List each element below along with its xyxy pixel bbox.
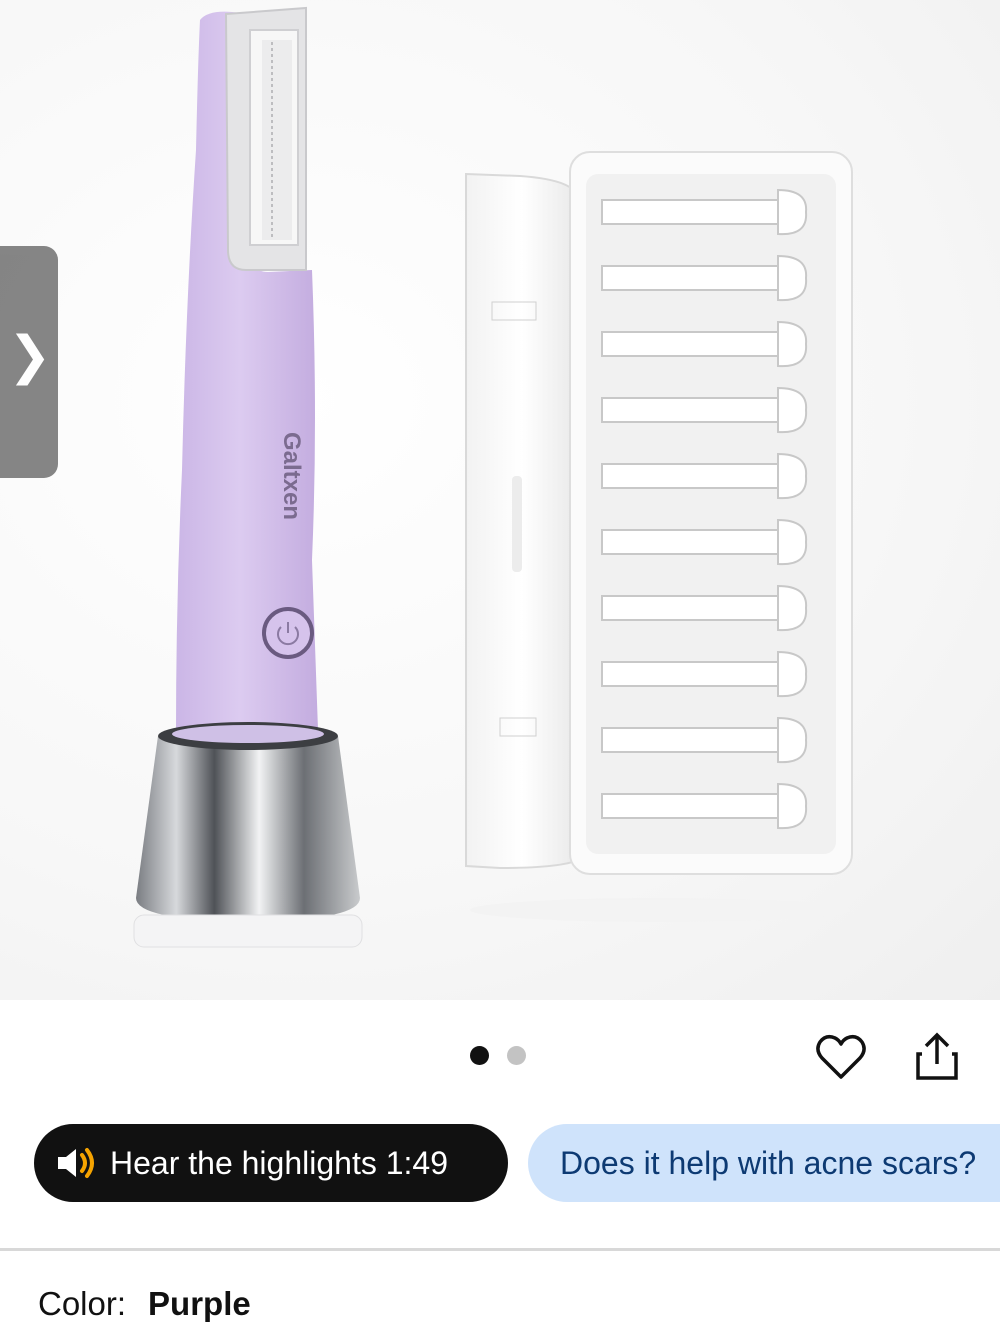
product-image-carousel[interactable]: Galtxen ❯: [0, 0, 1000, 1000]
color-label: Color:: [38, 1285, 127, 1322]
speaker-icon: [58, 1148, 94, 1178]
section-divider: [0, 1248, 1000, 1251]
replacement-head-cap: [777, 188, 808, 236]
chevron-right-icon: ❯: [8, 327, 52, 385]
carousel-dot-1[interactable]: [470, 1045, 489, 1065]
product-image: Galtxen: [133, 6, 853, 948]
replacement-head: [601, 661, 779, 687]
replacement-head: [601, 595, 779, 621]
replacement-head-cap: [777, 650, 808, 698]
device-body: [176, 6, 318, 732]
replacement-head: [601, 331, 779, 357]
replacement-head: [601, 265, 779, 291]
hear-highlights-label: Hear the highlights 1:49: [110, 1144, 448, 1181]
replacement-head-cap: [777, 320, 808, 368]
replacement-head-cap: [777, 716, 808, 764]
replacement-head-cap: [777, 452, 808, 500]
color-selection: Color: Purple: [38, 1285, 251, 1323]
replacement-head-cap: [777, 584, 808, 632]
replacement-head: [601, 463, 779, 489]
heart-icon[interactable]: [814, 1030, 868, 1084]
question-chip-label: Does it help with acne scars?: [560, 1144, 977, 1181]
carousel-next-button[interactable]: ❯: [0, 246, 58, 478]
share-icon[interactable]: [912, 1030, 962, 1084]
replacement-head: [601, 529, 779, 555]
storage-case: [465, 151, 853, 875]
replacement-head-cap: [777, 254, 808, 302]
replacement-head-cap: [777, 518, 808, 566]
replacement-head: [601, 397, 779, 423]
replacement-head: [601, 793, 779, 819]
color-value: Purple: [148, 1285, 251, 1322]
carousel-indicator: [470, 1045, 526, 1065]
replacement-head-cap: [777, 782, 808, 830]
replacement-head: [601, 727, 779, 753]
question-chip[interactable]: Does it help with acne scars?: [528, 1124, 1000, 1202]
replacement-head-cap: [777, 386, 808, 434]
carousel-dot-2[interactable]: [507, 1045, 526, 1065]
hear-highlights-button[interactable]: Hear the highlights 1:49: [34, 1124, 508, 1202]
brand-label: Galtxen: [278, 432, 305, 520]
charging-base: [133, 722, 363, 948]
replacement-head: [601, 199, 779, 225]
